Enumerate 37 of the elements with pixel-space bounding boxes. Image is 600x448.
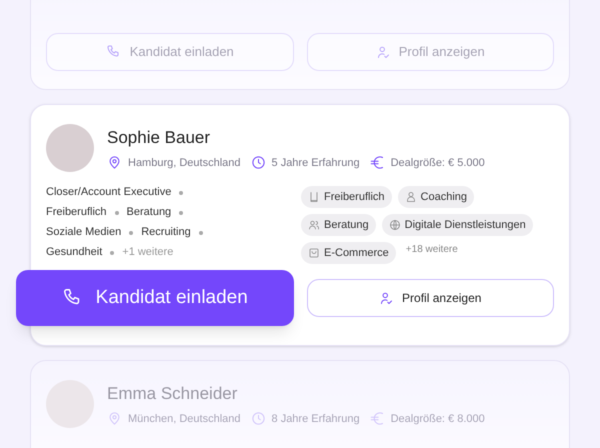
location-text: Hamburg, Deutschland: [128, 156, 241, 170]
clock-icon: [250, 411, 266, 426]
role-text: Beratung: [126, 206, 172, 219]
user-check-icon: [376, 44, 391, 60]
clock-icon: [250, 155, 266, 170]
person-icon: [404, 191, 417, 203]
deal-size-text: Dealgröße: € 5.000: [390, 156, 485, 170]
role-text: Recruiting: [141, 226, 191, 239]
candidate-name: Sophie Bauer: [107, 127, 212, 149]
experience-text: 8 Jahre Erfahrung: [272, 412, 360, 426]
user-check-icon: [379, 290, 394, 306]
invite-candidate-button[interactable]: Kandidat einladen: [16, 270, 294, 326]
globe-icon: [388, 219, 401, 231]
experience-text: 5 Jahre Erfahrung: [272, 156, 360, 170]
people-icon: [308, 219, 320, 231]
euro-icon: [370, 411, 385, 426]
view-profile-button[interactable]: Profil anzeigen: [306, 279, 554, 317]
location-pin-icon: [107, 411, 122, 426]
role-text: Soziale Medien: [46, 226, 122, 239]
more-tags-text: +18 weitere: [404, 243, 459, 257]
more-roles-text: +1 weitere: [122, 246, 174, 259]
category-tag: Digitale Dienstleistungen: [382, 214, 533, 236]
category-tag: E-Commerce: [301, 242, 396, 264]
role-text: Freiberuflich: [46, 206, 107, 219]
candidate-name: Emma Schneider: [107, 383, 238, 405]
document-icon: [308, 191, 320, 203]
bag-icon: [308, 247, 320, 259]
category-tag: Freiberuflich: [301, 186, 392, 208]
deal-size-text: Dealgröße: € 8.000: [390, 412, 485, 426]
location-text: München, Deutschland: [128, 412, 241, 426]
role-text: Gesundheit: [46, 246, 102, 259]
avatar-placeholder: [46, 124, 94, 172]
role-text: Closer/Account Executive: [46, 186, 172, 199]
euro-icon: [370, 155, 385, 170]
location-pin-icon: [107, 155, 122, 170]
category-tag: Beratung: [301, 214, 376, 236]
category-tag: Coaching: [398, 186, 474, 208]
